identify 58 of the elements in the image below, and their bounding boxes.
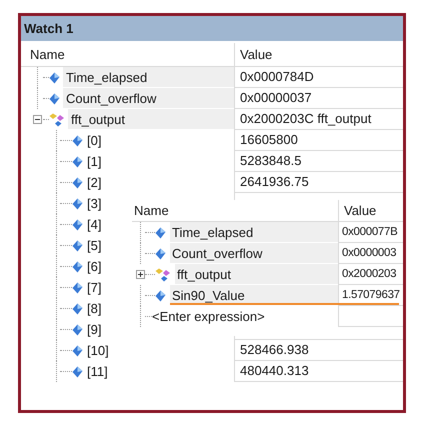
value-cell[interactable]: 528466.938: [234, 340, 403, 361]
element-index[interactable]: [7]: [87, 277, 102, 298]
element-index[interactable]: [5]: [87, 235, 102, 256]
variable-name[interactable]: fft_output: [68, 109, 234, 130]
diamond-icon: [155, 226, 166, 238]
diamond-icon: [72, 260, 83, 272]
diamond-icon: [72, 302, 83, 314]
value-cell[interactable]: 0x00000037: [234, 88, 403, 109]
value-cell[interactable]: 0x0000784D: [234, 67, 403, 88]
window-title: Watch 1: [21, 16, 403, 41]
value-cell[interactable]: 480440.313: [234, 361, 403, 382]
value-cell[interactable]: 0x0000003: [338, 243, 403, 264]
variable-name[interactable]: Time_elapsed: [63, 67, 234, 88]
value-cell[interactable]: 0x000077B: [338, 222, 403, 243]
diamond-icon: [72, 366, 83, 378]
diamond-icon: [155, 248, 166, 260]
structure-icon: [155, 268, 171, 282]
diamond-icon: [72, 282, 83, 294]
diamond-icon: [72, 198, 83, 210]
value-cell[interactable]: 5283848.5: [234, 151, 403, 172]
element-index[interactable]: [8]: [87, 298, 102, 319]
diamond-icon: [72, 240, 83, 252]
collapse-icon[interactable]: [33, 115, 42, 124]
diamond-icon: [72, 324, 83, 336]
value-cell[interactable]: 0x2000203: [338, 264, 403, 285]
expand-icon[interactable]: [136, 270, 145, 279]
column-header[interactable]: Name: [21, 43, 234, 66]
element-index[interactable]: [3]: [87, 193, 102, 214]
column-header[interactable]: Name: [132, 200, 338, 221]
element-index[interactable]: [6]: [87, 256, 102, 277]
element-index[interactable]: [4]: [87, 214, 102, 235]
diamond-icon: [155, 290, 166, 302]
value-cell[interactable]: 0x2000203C fft_output: [234, 109, 403, 130]
element-index[interactable]: [11]: [87, 361, 108, 382]
diamond-icon: [72, 344, 83, 356]
variable-name[interactable]: Count_overflow: [63, 88, 234, 109]
column-header[interactable]: Value: [338, 200, 403, 221]
value-cell[interactable]: 2641936.75: [234, 172, 403, 193]
variable-name[interactable]: Count_overflow: [170, 243, 338, 264]
element-index[interactable]: [2]: [87, 172, 102, 193]
diamond-icon: [49, 72, 60, 84]
diamond-icon: [72, 218, 83, 230]
element-index[interactable]: [10]: [87, 340, 109, 361]
element-index[interactable]: [9]: [87, 319, 102, 340]
diamond-icon: [72, 156, 83, 168]
element-index[interactable]: [0]: [87, 130, 102, 151]
diamond-icon: [72, 176, 83, 188]
value-cell[interactable]: 16605800: [234, 130, 403, 151]
diamond-icon: [49, 92, 60, 104]
value-cell[interactable]: [338, 306, 403, 327]
diamond-icon: [72, 134, 83, 146]
variable-name[interactable]: Time_elapsed: [170, 222, 338, 243]
element-index[interactable]: [1]: [87, 151, 102, 172]
variable-name[interactable]: Sin90_Value: [170, 285, 338, 306]
expression-input[interactable]: <Enter expression>: [152, 306, 265, 327]
column-header[interactable]: Value: [234, 43, 403, 66]
structure-icon: [49, 112, 65, 126]
variable-name[interactable]: fft_output: [175, 264, 338, 285]
